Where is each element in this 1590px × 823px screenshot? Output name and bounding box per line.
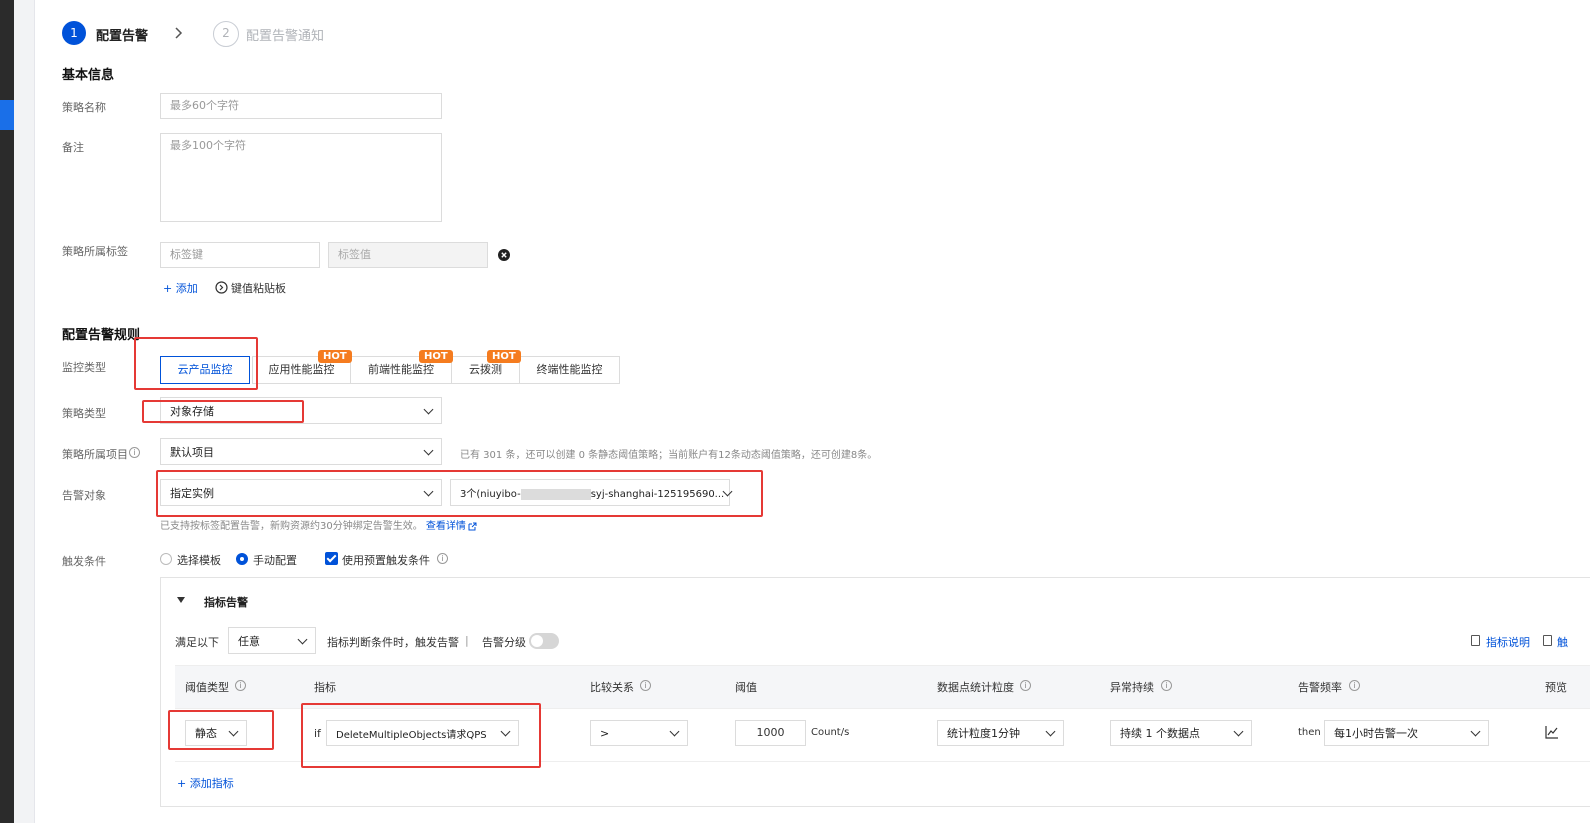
- chevron-down-icon: [423, 404, 434, 414]
- project-label: 策略所属项目: [62, 448, 128, 461]
- info-icon[interactable]: i: [640, 680, 651, 691]
- add-metric-link[interactable]: + 添加指标: [177, 775, 234, 791]
- tab-terminal-monitor[interactable]: 终端性能监控: [519, 356, 620, 384]
- highlight-box: [134, 337, 258, 390]
- chevron-down-icon: [1470, 726, 1481, 737]
- duration-value: 持续 1 个数据点: [1120, 727, 1200, 740]
- alarm-level-toggle[interactable]: [529, 633, 559, 649]
- header-granularity: 数据点统计粒度: [937, 681, 1014, 694]
- threshold-unit: Count/s: [811, 727, 850, 738]
- remove-tag-icon[interactable]: [498, 249, 510, 261]
- preset-trigger-label[interactable]: 使用预置触发条件: [342, 552, 430, 568]
- granularity-select[interactable]: 统计粒度1分钟: [937, 720, 1064, 746]
- header-preview: 预览: [1545, 681, 1567, 694]
- frequency-value: 每1小时告警一次: [1334, 727, 1418, 740]
- info-icon[interactable]: i: [437, 553, 448, 564]
- divider: |: [465, 634, 469, 647]
- document-icon[interactable]: [1543, 635, 1552, 646]
- project-quota-note: 已有 301 条，还可以创建 0 条静态阈值策略；当前账户有12条动态阈值策略，…: [460, 450, 878, 461]
- basic-info-title: 基本信息: [62, 68, 115, 83]
- frequency-select[interactable]: 每1小时告警一次: [1324, 720, 1489, 746]
- highlight-box: [142, 400, 304, 423]
- chevron-right-icon: [175, 27, 183, 39]
- monitor-type-label: 监控类型: [62, 361, 106, 374]
- view-details-link[interactable]: 查看详情: [426, 521, 466, 532]
- external-link-icon[interactable]: [468, 522, 477, 531]
- alarm-level-label: 告警分级: [482, 636, 526, 649]
- hot-badge: HOT: [487, 350, 521, 363]
- chevron-down-icon: [1233, 726, 1244, 737]
- header-frequency: 告警频率: [1298, 681, 1342, 694]
- trigger-doc-link[interactable]: 触: [1557, 634, 1568, 650]
- radio-manual-config[interactable]: [236, 553, 248, 565]
- hot-badge: HOT: [318, 350, 352, 363]
- highlight-box: [156, 470, 763, 517]
- satisfy-value: 任意: [238, 634, 260, 648]
- metric-alarm-title: 指标告警: [204, 596, 248, 609]
- tag-value-input[interactable]: 标签值: [328, 242, 488, 268]
- policy-name-input[interactable]: 最多60个字符: [160, 93, 442, 119]
- policy-name-label: 策略名称: [62, 101, 106, 114]
- info-icon[interactable]: i: [1349, 680, 1360, 691]
- add-tag-link[interactable]: + 添加: [163, 280, 198, 296]
- header-compare: 比较关系: [590, 681, 634, 694]
- satisfy-label: 满足以下: [175, 636, 219, 649]
- info-icon[interactable]: i: [129, 447, 140, 458]
- paste-board-link[interactable]: 键值粘贴板: [231, 280, 286, 296]
- chevron-down-icon: [297, 634, 308, 644]
- remark-textarea[interactable]: 最多100个字符: [160, 133, 442, 222]
- remark-label: 备注: [62, 141, 84, 154]
- document-icon[interactable]: [1471, 635, 1480, 646]
- project-value: 默认项目: [170, 445, 214, 459]
- then-label: then: [1298, 727, 1321, 738]
- info-icon[interactable]: i: [1161, 680, 1172, 691]
- preset-trigger-checkbox[interactable]: [325, 552, 338, 565]
- threshold-input[interactable]: 1000: [735, 720, 806, 746]
- header-duration: 异常持续: [1110, 681, 1154, 694]
- project-select[interactable]: 默认项目: [160, 438, 442, 465]
- policy-tags-label: 策略所属标签: [62, 245, 128, 258]
- granularity-value: 统计粒度1分钟: [947, 727, 1020, 740]
- rules-title: 配置告警规则: [62, 328, 141, 343]
- header-metric: 指标: [314, 681, 336, 694]
- compare-select[interactable]: >: [590, 720, 688, 746]
- metric-doc-link[interactable]: 指标说明: [1486, 634, 1530, 650]
- compare-value: >: [600, 726, 610, 740]
- policy-type-label: 策略类型: [62, 407, 106, 420]
- satisfy-select[interactable]: 任意: [228, 627, 316, 654]
- manual-config-label[interactable]: 手动配置: [253, 552, 297, 568]
- radio-select-template[interactable]: [160, 553, 172, 565]
- chevron-down-icon: [1045, 726, 1056, 737]
- target-note: 已支持按标签配置告警，新购资源约30分钟绑定告警生效。 查看详情: [160, 517, 477, 532]
- highlight-box: [168, 710, 274, 750]
- step-1-number: 1: [62, 21, 86, 45]
- tag-key-input[interactable]: 标签键: [160, 242, 320, 268]
- info-icon[interactable]: i: [235, 680, 246, 691]
- chevron-down-icon: [423, 445, 434, 455]
- header-threshold: 阈值: [735, 681, 757, 694]
- sidebar-gutter: [14, 0, 35, 823]
- preview-chart-icon[interactable]: [1545, 726, 1559, 739]
- info-icon[interactable]: i: [1020, 680, 1031, 691]
- target-note-text: 已支持按标签配置告警，新购资源约30分钟绑定告警生效。: [160, 521, 423, 532]
- chevron-down-icon: [669, 726, 680, 737]
- select-template-label[interactable]: 选择模板: [177, 552, 221, 568]
- header-threshold-type: 阈值类型: [185, 681, 229, 694]
- duration-select[interactable]: 持续 1 个数据点: [1110, 720, 1252, 746]
- alarm-target-label: 告警对象: [62, 489, 106, 502]
- paste-board-icon[interactable]: [215, 281, 228, 294]
- collapse-caret-icon[interactable]: [177, 597, 186, 605]
- satisfy-suffix: 指标判断条件时，触发告警: [327, 636, 459, 649]
- step-2-number[interactable]: 2: [213, 21, 239, 47]
- trigger-label: 触发条件: [62, 555, 106, 568]
- step-1-label: 配置告警: [96, 29, 149, 44]
- hot-badge: HOT: [419, 350, 453, 363]
- step-2-label[interactable]: 配置告警通知: [246, 25, 324, 44]
- sidebar-active-indicator[interactable]: [0, 100, 14, 130]
- highlight-box: [301, 703, 541, 768]
